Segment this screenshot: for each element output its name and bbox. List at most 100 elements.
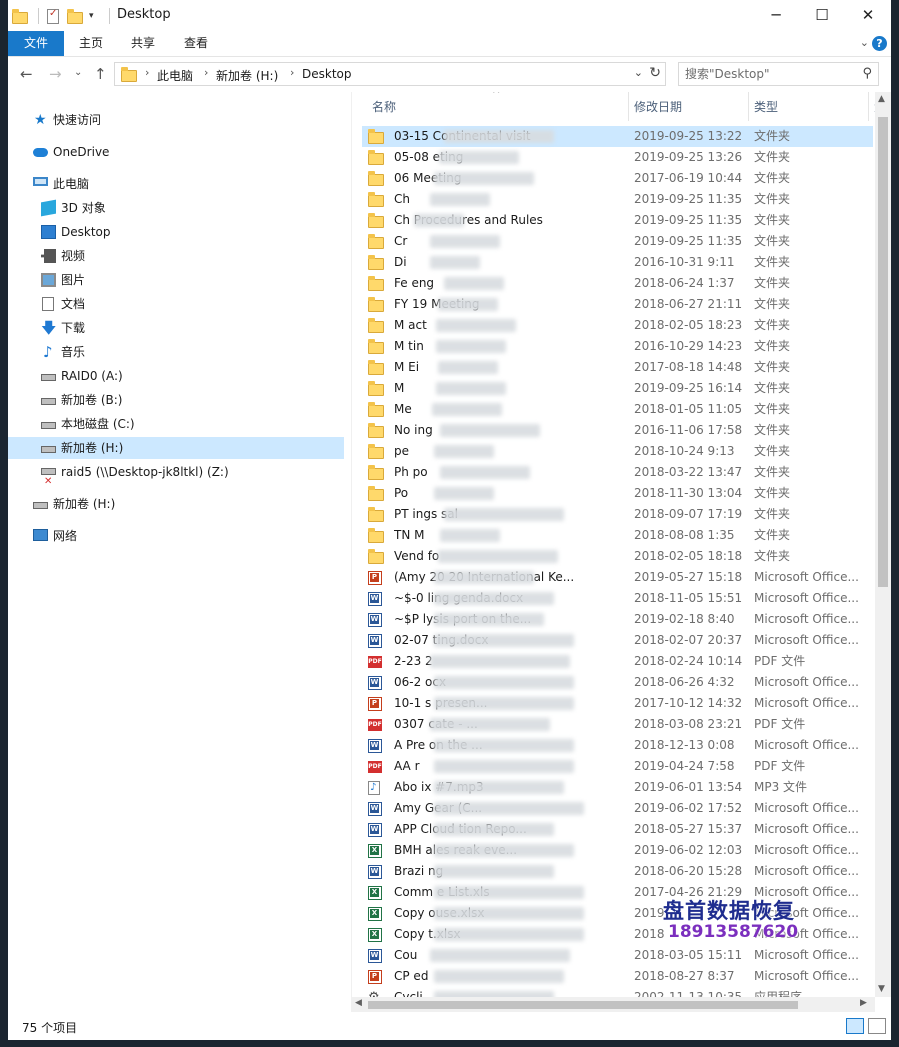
column-header-type[interactable]: 类型 <box>754 98 778 115</box>
file-row[interactable]: (Amy 20 20 International Ke...2019-05-27… <box>362 567 873 588</box>
file-row[interactable]: PDF0307 cate - ...2018-03-08 23:21PDF 文件 <box>362 714 873 735</box>
sidebar-item-onedrive[interactable]: OneDrive <box>8 141 344 163</box>
sidebar-item-this-pc[interactable]: 此电脑 <box>8 173 344 195</box>
customize-toolbar-icon[interactable]: ▾ <box>89 11 94 21</box>
column-header-name[interactable]: 名称 <box>372 98 396 115</box>
expand-ribbon-icon[interactable]: ⌄ <box>860 36 869 49</box>
file-row[interactable]: 02-07 ting.docx2018-02-07 20:37Microsoft… <box>362 630 873 651</box>
search-icon[interactable]: ⚲ <box>862 66 872 81</box>
file-row[interactable]: TN M 2018-08-08 1:35 文件夹 <box>362 525 873 546</box>
minimize-button[interactable]: ─ <box>753 0 799 31</box>
file-row[interactable]: 03-15 Continental visit2019-09-25 13:22文… <box>362 126 873 147</box>
file-row[interactable]: No ing 2016-11-06 17:58 文件夹 <box>362 420 873 441</box>
scroll-up-icon[interactable]: ▲ <box>878 94 885 104</box>
sidebar-item-drive-c[interactable]: 本地磁盘 (C:) <box>8 413 344 435</box>
file-row[interactable]: Cou2018-03-05 15:11Microsoft Office... <box>362 945 873 966</box>
breadcrumb-separator[interactable]: › <box>145 66 149 79</box>
file-row[interactable]: Abo ix #7.mp32019-06-01 13:54MP3 文件 <box>362 777 873 798</box>
details-view-icon[interactable] <box>846 1018 864 1034</box>
file-row[interactable]: Fe eng 2018-06-24 1:37 文件夹 <box>362 273 873 294</box>
file-row[interactable]: Ch Procedures and Rules 2019-09-25 11:35 文… <box>362 210 873 231</box>
recent-locations-button[interactable]: ⌄ <box>74 67 82 78</box>
sidebar-item-desktop[interactable]: Desktop <box>8 221 344 243</box>
file-row[interactable]: Cr 2019-09-25 11:35 文件夹 <box>362 231 873 252</box>
sidebar-item-drive-h-2[interactable]: 新加卷 (H:) <box>8 493 344 515</box>
file-row[interactable]: M 2019-09-25 16:14 文件夹 <box>362 378 873 399</box>
file-row[interactable]: PDF 2-23 2 2018-02-24 10:14 PDF 文件 <box>362 651 873 672</box>
breadcrumb-separator[interactable]: › <box>204 66 208 79</box>
close-button[interactable]: ✕ <box>845 0 891 31</box>
address-bar[interactable]: › 此电脑 › 新加卷 (H:) › Desktop ⌄ ↻ <box>114 62 666 86</box>
file-row[interactable]: 06-2 ocx2018-06-26 4:32Microsoft Office.… <box>362 672 873 693</box>
sidebar-item-drive-b[interactable]: 新加卷 (B:) <box>8 389 344 411</box>
breadcrumb-drive-h[interactable]: 新加卷 (H:) <box>216 67 278 84</box>
file-row[interactable]: M act 2018-02-05 18:23 文件夹 <box>362 315 873 336</box>
file-row[interactable]: Ch 2019-09-25 11:35 文件夹 <box>362 189 873 210</box>
sidebar-item-raid0-a[interactable]: RAID0 (A:) <box>8 365 344 387</box>
file-row[interactable]: Copy ouse.xlsx2019Microsoft Office... <box>362 903 873 924</box>
search-box[interactable]: ⚲ <box>678 62 879 86</box>
file-row[interactable]: PDF AA r 2019-04-24 7:58 PDF 文件 <box>362 756 873 777</box>
file-row[interactable]: APP Cloud tion Repo...2018-05-27 15:37Mi… <box>362 819 873 840</box>
address-dropdown-icon[interactable]: ⌄ <box>634 66 643 79</box>
sidebar-item-quick-access[interactable]: ★ 快速访问 <box>8 109 344 131</box>
forward-button[interactable]: → <box>49 65 62 83</box>
file-row[interactable]: ~$P lysis port on the...2019-02-18 8:40M… <box>362 609 873 630</box>
tab-share[interactable]: 共享 <box>122 31 164 56</box>
sidebar-item-3d-objects[interactable]: 3D 对象 <box>8 197 344 219</box>
file-row[interactable]: Ph po 2018-03-22 13:47 文件夹 <box>362 462 873 483</box>
file-row[interactable]: Comm e List.xls2017-04-26 21:29Microsoft… <box>362 882 873 903</box>
horizontal-scrollbar[interactable]: ◀ ▶ <box>352 997 875 1012</box>
breadcrumb-this-pc[interactable]: 此电脑 <box>157 67 193 84</box>
file-row[interactable]: BMH ales reak eve...2019-06-02 12:03Micr… <box>362 840 873 861</box>
file-row[interactable]: M tin 2016-10-29 14:23 文件夹 <box>362 336 873 357</box>
column-divider[interactable] <box>868 92 869 121</box>
help-icon[interactable]: ? <box>872 36 887 51</box>
sidebar-item-pictures[interactable]: 图片 <box>8 269 344 291</box>
file-row[interactable]: 05-08 eting 2019-09-25 13:26 文件夹 <box>362 147 873 168</box>
file-row[interactable]: Vend fo 2018-02-05 18:18 文件夹 <box>362 546 873 567</box>
scroll-left-icon[interactable]: ◀ <box>355 998 362 1008</box>
column-divider[interactable] <box>628 92 629 121</box>
tab-home[interactable]: 主页 <box>70 31 112 56</box>
file-row[interactable]: Amy Gear (C...2019-06-02 17:52Microsoft … <box>362 798 873 819</box>
sidebar-item-videos[interactable]: 视频 <box>8 245 344 267</box>
file-row[interactable]: Brazi ng2018-06-20 15:28Microsoft Office… <box>362 861 873 882</box>
scrollbar-thumb[interactable] <box>368 1001 798 1009</box>
breadcrumb-separator[interactable]: › <box>290 66 294 79</box>
scroll-right-icon[interactable]: ▶ <box>860 998 867 1008</box>
file-row[interactable]: 10-1 s presen...2017-10-12 14:32Microsof… <box>362 693 873 714</box>
file-row[interactable]: A Pre on the ...2018-12-13 0:08Microsoft… <box>362 735 873 756</box>
scroll-down-icon[interactable]: ▼ <box>878 984 885 994</box>
file-row[interactable]: Po 2018-11-30 13:04 文件夹 <box>362 483 873 504</box>
column-divider[interactable] <box>748 92 749 121</box>
back-button[interactable]: ← <box>20 65 33 83</box>
refresh-icon[interactable]: ↻ <box>649 65 661 81</box>
sidebar-item-raid5-z[interactable]: raid5 (\\Desktop-jk8ltkl) (Z:) <box>8 461 344 493</box>
file-row[interactable]: pe 2018-10-24 9:13 文件夹 <box>362 441 873 462</box>
file-row[interactable]: ~$-0 ling genda.docx2018-11-05 15:51Micr… <box>362 588 873 609</box>
large-icons-view-icon[interactable] <box>868 1018 886 1034</box>
properties-icon[interactable] <box>47 8 59 24</box>
vertical-scrollbar[interactable]: ▲ ▼ <box>875 92 891 997</box>
file-row[interactable]: PT ings sal 2018-09-07 17:19 文件夹 <box>362 504 873 525</box>
tab-view[interactable]: 查看 <box>175 31 217 56</box>
maximize-button[interactable]: ☐ <box>799 0 845 31</box>
sidebar-item-documents[interactable]: 文档 <box>8 293 344 315</box>
file-row[interactable]: M Ei 2017-08-18 14:48 文件夹 <box>362 357 873 378</box>
sidebar-item-network[interactable]: 网络 <box>8 525 344 547</box>
file-row[interactable]: FY 19 Meeting 2018-06-27 21:11 文件夹 <box>362 294 873 315</box>
column-header-date[interactable]: 修改日期 <box>634 98 682 115</box>
sidebar-item-music[interactable]: ♪ 音乐 <box>8 341 344 363</box>
tab-file[interactable]: 文件 <box>8 31 64 56</box>
up-button[interactable]: ↑ <box>94 65 107 83</box>
sidebar-item-downloads[interactable]: 🡇 下载 <box>8 317 344 339</box>
file-row[interactable]: Me 2018-01-05 11:05 文件夹 <box>362 399 873 420</box>
file-row[interactable]: 06 Meeting 2017-06-19 10:44 文件夹 <box>362 168 873 189</box>
file-row[interactable]: Di 2016-10-31 9:11 文件夹 <box>362 252 873 273</box>
breadcrumb-desktop[interactable]: Desktop <box>302 67 352 81</box>
new-folder-icon[interactable] <box>67 9 83 24</box>
sidebar-item-drive-h[interactable]: 新加卷 (H:) <box>8 437 344 459</box>
scrollbar-thumb[interactable] <box>878 117 888 587</box>
file-row[interactable]: CP ed2018-08-27 8:37Microsoft Office... <box>362 966 873 987</box>
